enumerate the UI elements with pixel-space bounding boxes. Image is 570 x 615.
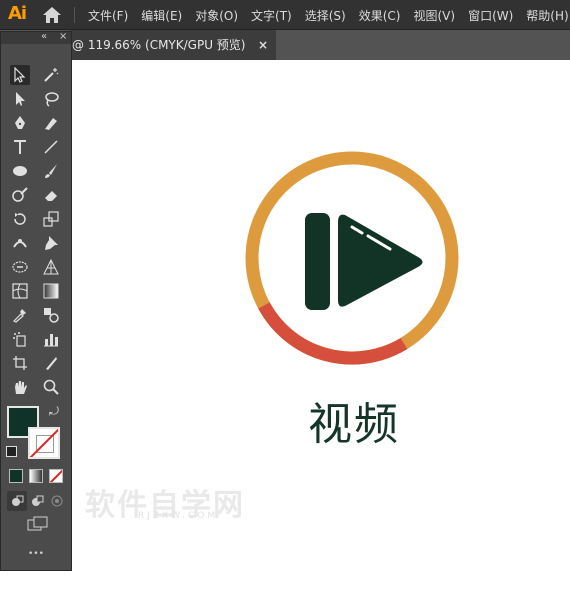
- artwork-label: 视频: [308, 399, 400, 450]
- slice-icon[interactable]: [41, 353, 61, 373]
- close-panel-icon[interactable]: ×: [59, 31, 67, 42]
- free-transform-icon[interactable]: [10, 257, 30, 277]
- puppet-warp-icon[interactable]: [10, 233, 30, 253]
- draw-behind-icon[interactable]: [27, 491, 47, 511]
- pen-tool-icon[interactable]: [10, 113, 30, 133]
- zoom-tool-icon[interactable]: [41, 377, 61, 397]
- watermark-sub: RJZXW.COM: [138, 511, 219, 521]
- line-segment-icon[interactable]: [41, 137, 61, 157]
- perspective-grid-icon[interactable]: [41, 257, 61, 277]
- scale-icon[interactable]: [41, 209, 61, 229]
- none-mode-icon[interactable]: [49, 469, 63, 483]
- artboard-tool-icon[interactable]: [10, 353, 30, 373]
- rotate-icon[interactable]: [10, 209, 30, 229]
- pause-bar: [305, 213, 330, 310]
- hand-tool-icon[interactable]: [10, 377, 30, 397]
- type-tool-icon[interactable]: [10, 137, 30, 157]
- column-graph-icon[interactable]: [41, 329, 61, 349]
- ring-bottom: [258, 302, 408, 365]
- color-mode-icon[interactable]: [9, 469, 23, 483]
- more-tools-icon[interactable]: •••: [28, 549, 44, 559]
- default-colors-icon[interactable]: [6, 446, 17, 457]
- tools-panel-header: « ×: [1, 31, 71, 44]
- magic-wand-icon[interactable]: [41, 65, 61, 85]
- blend-icon[interactable]: [41, 305, 61, 325]
- stroke-color-swatch[interactable]: [28, 427, 60, 459]
- gradient-mode-icon[interactable]: [29, 469, 43, 483]
- symbol-sprayer-icon[interactable]: [10, 329, 30, 349]
- selection-tool-icon[interactable]: [10, 65, 30, 85]
- lasso-icon[interactable]: [41, 89, 61, 109]
- ellipse-tool-icon[interactable]: [10, 161, 30, 181]
- screen-mode-icon[interactable]: [26, 514, 50, 534]
- eraser-icon[interactable]: [41, 185, 61, 205]
- eyedropper-icon[interactable]: [10, 305, 30, 325]
- collapse-icon[interactable]: «: [41, 31, 47, 42]
- draw-normal-icon[interactable]: [7, 491, 27, 511]
- mesh-icon[interactable]: [10, 281, 30, 301]
- tools-panel: « × ⤾ •••: [0, 31, 72, 571]
- curvature-icon[interactable]: [41, 113, 61, 133]
- shaper-icon[interactable]: [10, 185, 30, 205]
- play-triangle: [338, 214, 423, 307]
- swap-colors-icon[interactable]: ⤾: [49, 404, 59, 419]
- gradient-icon[interactable]: [41, 281, 61, 301]
- paintbrush-icon[interactable]: [41, 161, 61, 181]
- draw-inside-icon[interactable]: [47, 491, 67, 511]
- pin-icon[interactable]: [41, 233, 61, 253]
- direct-selection-icon[interactable]: [10, 89, 30, 109]
